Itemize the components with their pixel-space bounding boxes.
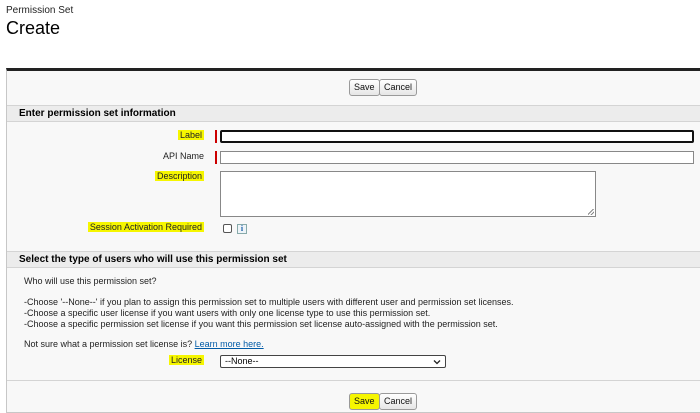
who-will-use-text: Who will use this permission set? (24, 276, 157, 286)
instruction-line-1: -Choose '--None--' if you plan to assign… (24, 297, 514, 307)
description-label: Description (154, 171, 204, 181)
license-label: License (168, 355, 204, 365)
session-activation-label: Session Activation Required (87, 222, 204, 232)
required-indicator-api-name (215, 151, 217, 164)
cancel-button-top[interactable]: Cancel (379, 79, 418, 96)
not-sure-text: Not sure what a permission set license i… (24, 339, 193, 349)
api-name-input[interactable] (220, 151, 694, 164)
session-activation-checkbox[interactable] (223, 224, 232, 233)
section-header-user-type: Select the type of users who will use th… (7, 251, 700, 268)
label-field-label: Label (177, 130, 204, 140)
chevron-down-icon (433, 360, 441, 365)
instruction-line-3: -Choose a specific permission set licens… (24, 319, 498, 329)
permission-set-form-panel: Save Cancel Enter permission set informa… (6, 68, 700, 413)
section-header-info: Enter permission set information (7, 105, 700, 122)
page-type-label: Permission Set (6, 5, 74, 16)
save-button-top[interactable]: Save (349, 79, 380, 96)
learn-more-link[interactable]: Learn more here. (195, 339, 264, 349)
learn-more-line: Not sure what a permission set license i… (24, 339, 264, 350)
cancel-button-bottom[interactable]: Cancel (379, 393, 418, 410)
resize-handle-icon[interactable] (588, 209, 594, 215)
license-select[interactable]: --None-- (220, 355, 446, 368)
api-name-label: API Name (162, 151, 204, 161)
page-title: Create (6, 18, 61, 38)
save-button-bottom[interactable]: Save (349, 393, 380, 410)
footer-divider (7, 380, 700, 381)
instruction-line-2: -Choose a specific user license if you w… (24, 308, 431, 318)
page-header: Permission Set Create (6, 5, 73, 38)
info-icon[interactable]: i (237, 224, 247, 234)
required-indicator-label (215, 130, 217, 143)
license-selected-value: --None-- (225, 356, 259, 366)
description-textarea[interactable] (220, 171, 596, 217)
label-input[interactable] (220, 130, 694, 143)
